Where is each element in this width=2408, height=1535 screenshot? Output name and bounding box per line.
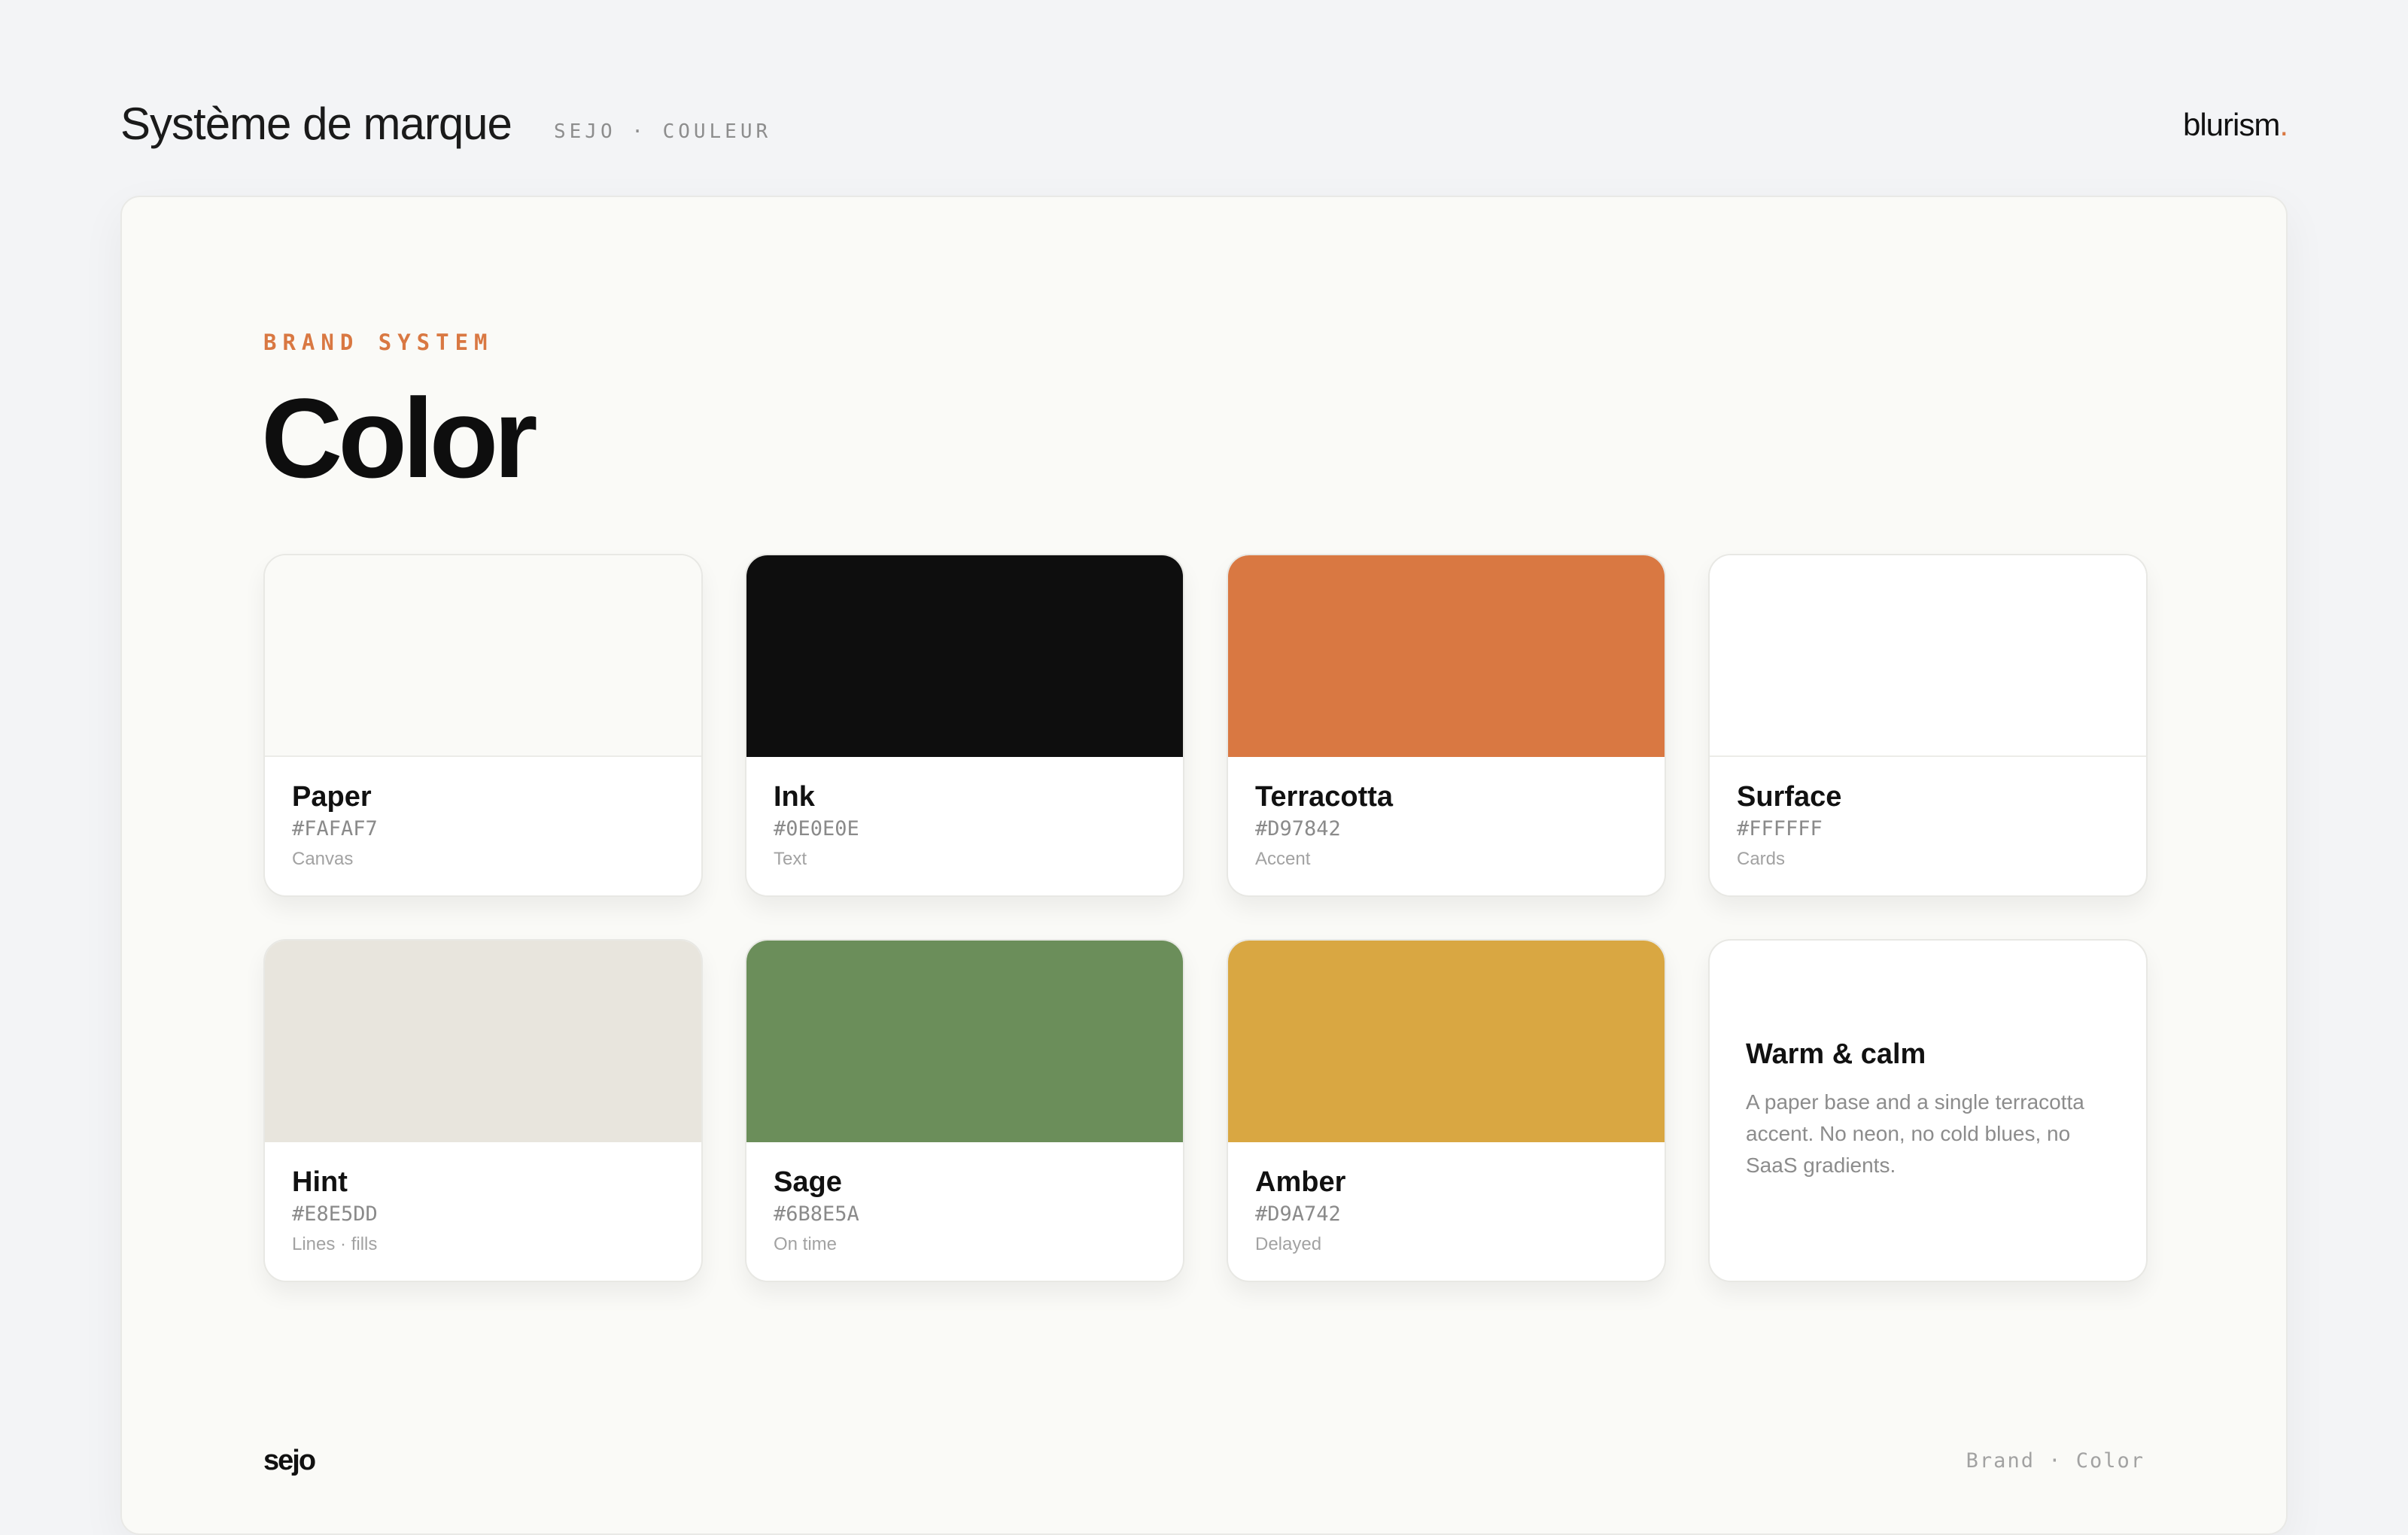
swatch-name: Ink [774,781,815,813]
swatch-card-ink: Ink #0E0E0E Text [745,554,1184,897]
swatch-card-amber: Amber #D9A742 Delayed [1227,939,1666,1282]
swatch-role: Accent [1255,849,1311,869]
swatch-hex: #D9A742 [1255,1202,1341,1226]
swatch-card-hint: Hint #E8E5DD Lines · fills [263,939,703,1282]
swatch-hex: #D97842 [1255,817,1341,840]
color-swatch-grid: Paper #FAFAF7 Canvas Ink #0E0E0E Text Te… [263,554,2148,1282]
swatch-color-block [746,941,1183,1142]
footer-logo: sejo [263,1445,316,1476]
logo-text: blurism [2182,107,2280,142]
slide-frame: BRAND SYSTEM Color Paper #FAFAF7 Canvas … [120,196,2288,1535]
swatch-hex: #0E0E0E [774,817,859,840]
section-headline: Color [261,375,538,501]
swatch-role: Text [774,849,807,869]
swatch-card-terracotta: Terracotta #D97842 Accent [1227,554,1666,897]
page-header: Système de marque SEJO · COULEUR blurism… [120,90,2288,166]
swatch-card-surface: Surface #FFFFFF Cards [1708,554,2148,897]
swatch-color-block [746,555,1183,757]
note-title: Warm & calm [1746,1038,1926,1070]
page-subtitle: SEJO · COULEUR [554,120,772,143]
swatch-name: Sage [774,1166,842,1198]
principle-note-card: Warm & calm A paper base and a single te… [1708,939,2148,1282]
swatch-role: Cards [1737,849,1786,869]
swatch-name: Paper [292,781,372,813]
brand-logo[interactable]: blurism. [2183,107,2288,143]
swatch-card-paper: Paper #FAFAF7 Canvas [263,554,703,897]
swatch-color-block [265,941,701,1142]
swatch-color-block [1228,555,1665,757]
swatch-role: Canvas [292,849,354,869]
swatch-hex: #6B8E5A [774,1202,859,1226]
swatch-role: Delayed [1255,1234,1322,1254]
swatch-role: Lines · fills [292,1234,378,1254]
swatch-name: Amber [1255,1166,1346,1198]
note-body: A paper base and a single terracotta acc… [1746,1090,2084,1177]
swatch-name: Surface [1737,781,1842,813]
logo-dot: . [2279,107,2288,142]
footer-caption: Brand · Color [1966,1449,2145,1473]
swatch-name: Hint [292,1166,348,1198]
swatch-name: Terracotta [1255,781,1394,813]
page-title: Système de marque [120,99,512,149]
swatch-color-block [1710,555,2146,757]
swatch-role: On time [774,1234,838,1254]
swatch-color-block [265,555,701,757]
swatch-hex: #FFFFFF [1737,817,1823,840]
swatch-color-block [1228,941,1665,1142]
swatch-card-sage: Sage #6B8E5A On time [745,939,1184,1282]
swatch-hex: #FAFAF7 [292,817,378,840]
section-eyebrow: BRAND SYSTEM [263,330,494,355]
swatch-hex: #E8E5DD [292,1202,378,1226]
